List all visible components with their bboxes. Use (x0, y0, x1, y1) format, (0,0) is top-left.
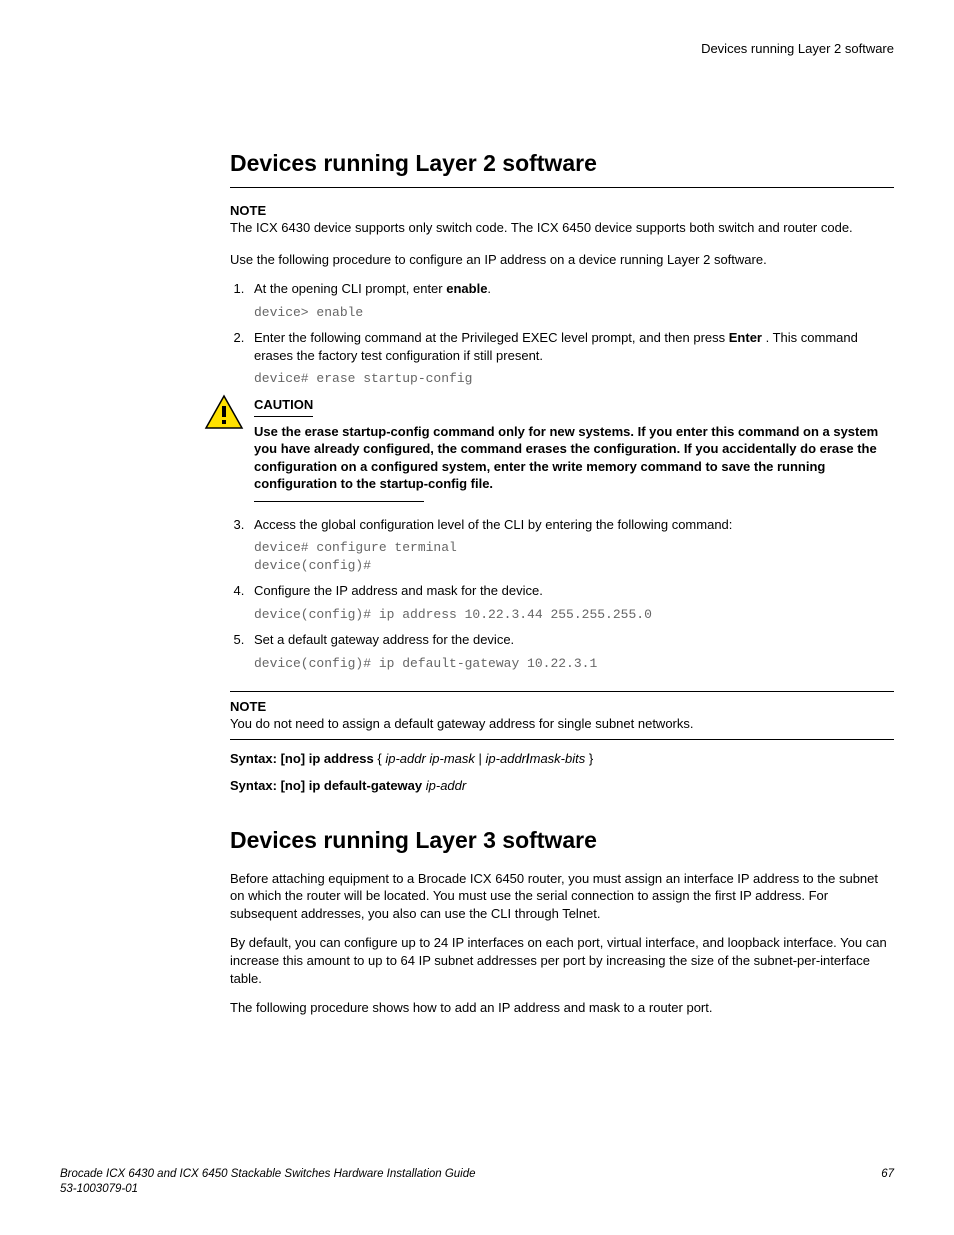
step-text: . (487, 281, 491, 296)
step-bold: enable (446, 281, 487, 296)
step-5: Set a default gateway address for the de… (248, 631, 894, 672)
main-content: Devices running Layer 2 software NOTE Th… (230, 148, 894, 1017)
paragraph: By default, you can configure up to 24 I… (230, 934, 894, 987)
step-text: Configure the IP address and mask for th… (254, 582, 894, 600)
page-header-right: Devices running Layer 2 software (60, 40, 894, 58)
code-block: device(config)# ip address 10.22.3.44 25… (254, 606, 894, 624)
syntax-bold: Syntax: [no] ip address (230, 751, 374, 766)
syntax-plain: | (475, 751, 486, 766)
paragraph: The following procedure shows how to add… (230, 999, 894, 1017)
syntax-line: Syntax: [no] ip address { ip-addr ip-mas… (230, 750, 894, 768)
step-bold: Enter (729, 330, 762, 345)
step-1: At the opening CLI prompt, enter enable.… (248, 280, 894, 321)
heading-layer2: Devices running Layer 2 software (230, 148, 894, 179)
syntax-plain: } (585, 751, 593, 766)
step-4: Configure the IP address and mask for th… (248, 582, 894, 623)
caution-text: Use the erase startup-config command onl… (254, 423, 894, 493)
step-text: Access the global configuration level of… (254, 516, 894, 534)
note-label: NOTE (230, 202, 894, 220)
footer-docnum: 53-1003079-01 (60, 1182, 894, 1198)
syntax-bold: Syntax: [no] ip default-gateway (230, 778, 422, 793)
step-text: At the opening CLI prompt, enter (254, 281, 446, 296)
caution-label: CAUTION (254, 396, 313, 417)
caution-block: CAUTION Use the erase startup-config com… (204, 396, 894, 493)
code-block: device# configure terminal device(config… (254, 539, 894, 574)
note-text: The ICX 6430 device supports only switch… (230, 219, 894, 237)
mini-rule (254, 501, 424, 502)
heading-layer3: Devices running Layer 3 software (230, 825, 894, 856)
heading-rule (230, 187, 894, 188)
note-block: NOTE You do not need to assign a default… (230, 691, 894, 740)
step-text: Enter the following command at the Privi… (254, 330, 729, 345)
syntax-line: Syntax: [no] ip default-gateway ip-addr (230, 777, 894, 795)
page-number: 67 (881, 1167, 894, 1183)
code-block: device(config)# ip default-gateway 10.22… (254, 655, 894, 673)
step-3: Access the global configuration level of… (248, 516, 894, 575)
step-2: Enter the following command at the Privi… (248, 329, 894, 501)
caution-icon (204, 394, 244, 430)
page-footer: Brocade ICX 6430 and ICX 6450 Stackable … (60, 1167, 894, 1198)
procedure-list: At the opening CLI prompt, enter enable.… (230, 280, 894, 672)
note-label: NOTE (230, 698, 894, 716)
paragraph: Before attaching equipment to a Brocade … (230, 870, 894, 923)
intro-paragraph: Use the following procedure to configure… (230, 251, 894, 269)
syntax-italic: ip-addr ip-mask (385, 751, 475, 766)
footer-title: Brocade ICX 6430 and ICX 6450 Stackable … (60, 1167, 476, 1183)
syntax-italic: ip-addr (486, 751, 526, 766)
code-block: device# erase startup-config (254, 370, 894, 388)
syntax-italic: ip-addr (422, 778, 466, 793)
code-block: device> enable (254, 304, 894, 322)
note-text: You do not need to assign a default gate… (230, 715, 894, 733)
step-text: Set a default gateway address for the de… (254, 631, 894, 649)
syntax-plain: { (374, 751, 386, 766)
syntax-italic: mask-bits (530, 751, 586, 766)
